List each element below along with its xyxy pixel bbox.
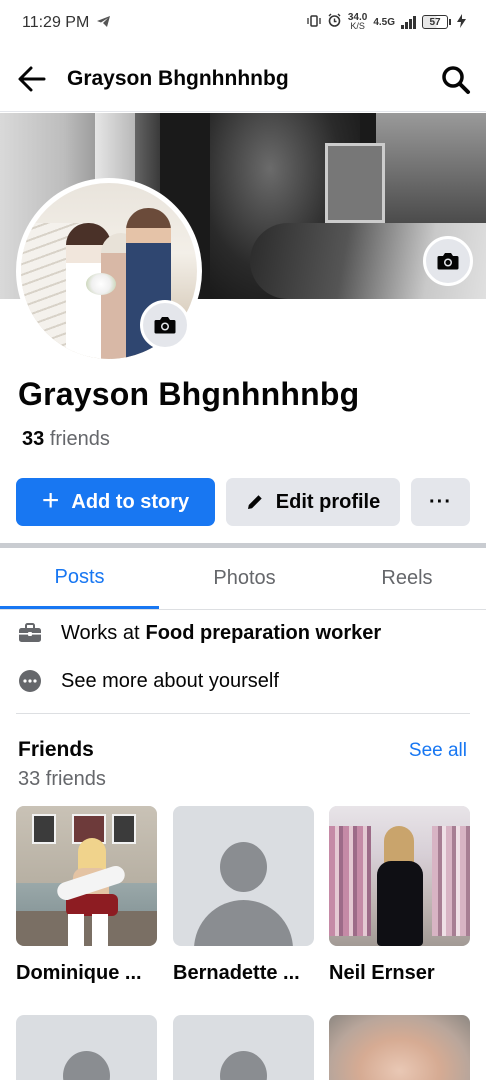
see-more-about-yourself[interactable]: See more about yourself bbox=[18, 666, 279, 696]
friend-card-dominique[interactable]: Dominique ... bbox=[16, 806, 157, 985]
details-divider bbox=[16, 713, 470, 714]
tab-posts[interactable]: Posts bbox=[0, 548, 159, 609]
edit-profile-button[interactable]: Edit profile bbox=[226, 478, 400, 526]
more-options-button[interactable]: ··· bbox=[411, 478, 470, 526]
friend-card-partial[interactable] bbox=[173, 1015, 314, 1080]
tab-photos[interactable]: Photos bbox=[165, 548, 324, 609]
friend-photo bbox=[16, 806, 157, 946]
status-bar: 11:29 PM 34.0 K/S 4.5G 57 bbox=[0, 0, 486, 46]
net-speed-unit: K/S bbox=[350, 21, 365, 31]
camera-icon bbox=[154, 317, 176, 334]
briefcase-icon bbox=[18, 621, 42, 645]
charging-icon bbox=[457, 13, 466, 31]
status-indicators: 34.0 K/S 4.5G 57 bbox=[307, 13, 466, 31]
status-time: 11:29 PM bbox=[22, 14, 90, 31]
add-to-story-label: Add to story bbox=[71, 490, 190, 513]
signal-icon bbox=[401, 15, 416, 29]
search-icon[interactable] bbox=[440, 64, 472, 96]
profile-name: Grayson Bhgnhnhnbg bbox=[18, 376, 360, 412]
battery-icon: 57 bbox=[422, 15, 451, 29]
pencil-icon bbox=[246, 493, 264, 511]
vibrate-icon bbox=[307, 14, 321, 31]
add-to-story-button[interactable]: + Add to story bbox=[16, 478, 215, 526]
friend-card-bernadette[interactable]: Bernadette ... bbox=[173, 806, 314, 985]
back-arrow-icon[interactable] bbox=[16, 64, 48, 94]
friends-count-number: 33 bbox=[22, 428, 45, 450]
default-avatar-icon bbox=[220, 1051, 267, 1080]
friend-card-partial[interactable] bbox=[329, 1015, 470, 1080]
more-dots-icon: ··· bbox=[429, 490, 452, 513]
more-circle-icon bbox=[18, 669, 42, 693]
work-detail: Works at Food preparation worker bbox=[18, 618, 381, 648]
friends-section-title: Friends bbox=[18, 738, 94, 761]
battery-level: 57 bbox=[422, 15, 448, 29]
avatar-camera-button[interactable] bbox=[140, 300, 190, 350]
friends-count[interactable]: 33 friends bbox=[22, 428, 110, 451]
default-avatar-icon bbox=[173, 806, 314, 946]
friend-photo bbox=[329, 1015, 470, 1080]
default-avatar-icon bbox=[63, 1051, 110, 1080]
telegram-icon bbox=[96, 15, 111, 31]
edit-profile-label: Edit profile bbox=[275, 490, 381, 513]
friends-count-label: friends bbox=[49, 428, 110, 450]
network-speed: 34.0 K/S bbox=[348, 13, 367, 31]
friends-section-count: 33 friends bbox=[18, 768, 106, 790]
tab-reels[interactable]: Reels bbox=[328, 548, 486, 609]
friend-card-partial[interactable] bbox=[16, 1015, 157, 1080]
see-all-friends-link[interactable]: See all bbox=[409, 740, 467, 762]
alarm-icon bbox=[327, 13, 342, 31]
friend-name: Bernadette ... bbox=[173, 962, 300, 984]
header-title: Grayson Bhgnhnhnbg bbox=[67, 67, 289, 90]
friend-card-neil[interactable]: Neil Ernser bbox=[329, 806, 470, 985]
friend-name: Neil Ernser bbox=[329, 962, 435, 984]
cover-camera-button[interactable] bbox=[423, 236, 473, 286]
friend-photo bbox=[329, 806, 470, 946]
profile-tabs: Posts Photos Reels bbox=[0, 548, 486, 610]
friend-name: Dominique ... bbox=[16, 962, 142, 984]
work-place: Food preparation worker bbox=[145, 621, 382, 644]
plus-icon: + bbox=[41, 483, 60, 517]
work-prefix: Works at bbox=[61, 621, 140, 644]
profile-header: Grayson Bhgnhnhnbg bbox=[0, 46, 486, 112]
network-type: 4.5G bbox=[373, 16, 395, 28]
see-more-label: See more about yourself bbox=[61, 669, 279, 692]
camera-icon bbox=[437, 253, 459, 270]
